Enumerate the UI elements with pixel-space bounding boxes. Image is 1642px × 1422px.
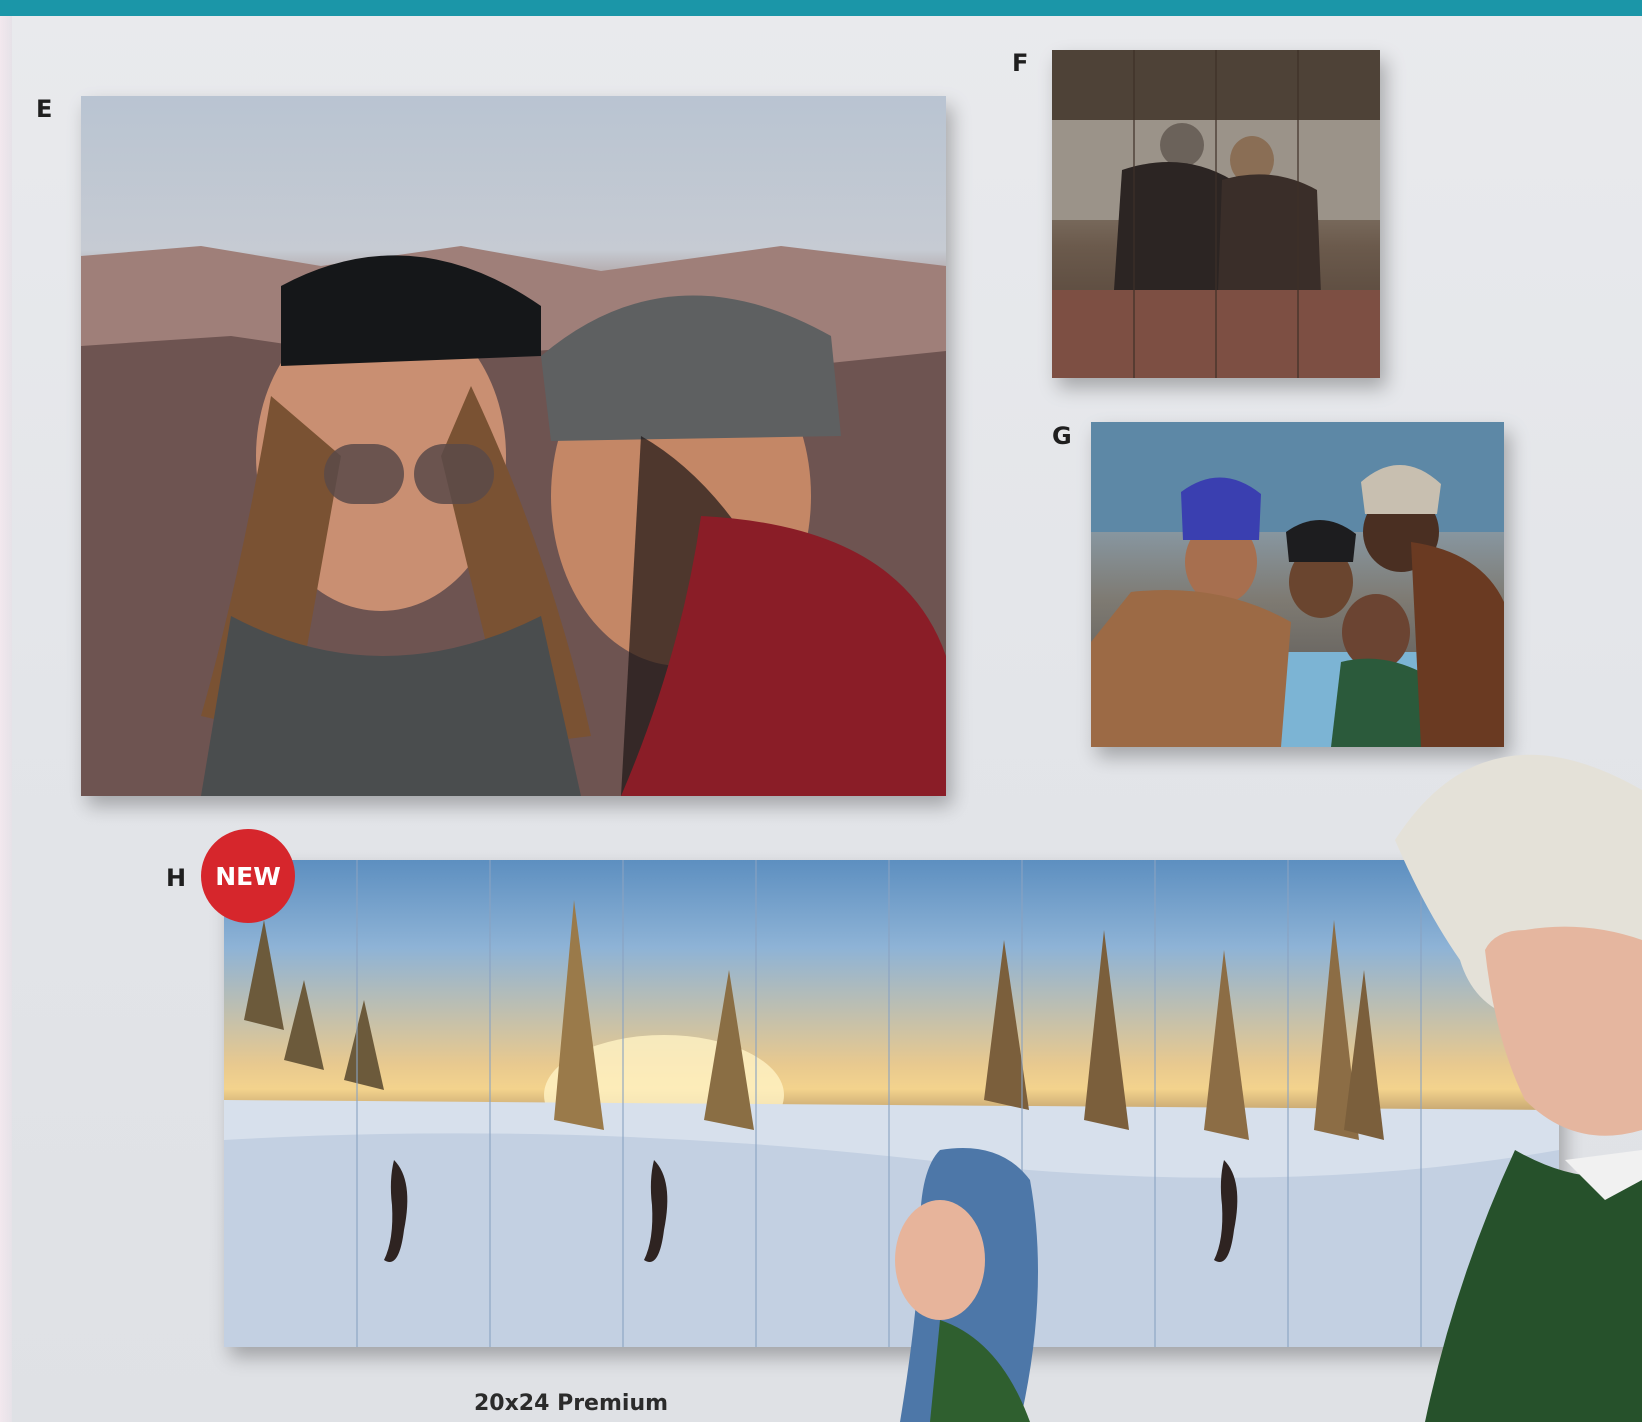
person-right-art	[1395, 754, 1642, 1422]
print-f-scene	[1052, 50, 1380, 378]
caption-size: 20x24 Premium	[474, 1391, 669, 1416]
left-edge-strip	[0, 16, 12, 1422]
print-e-photo	[81, 96, 946, 796]
print-f-photo	[1052, 50, 1380, 378]
print-e-scene	[81, 246, 946, 796]
person-right	[1365, 720, 1642, 1422]
label-h: H	[166, 864, 187, 892]
top-accent-bar	[0, 0, 1642, 16]
label-e: E	[36, 95, 53, 123]
hand-with-denim	[880, 1140, 1060, 1422]
print-g-photo	[1091, 422, 1504, 747]
label-g: G	[1052, 422, 1072, 450]
hand-denim-art	[895, 1148, 1038, 1422]
new-badge: NEW	[201, 829, 295, 923]
print-g-scene	[1091, 422, 1504, 747]
label-f: F	[1012, 49, 1029, 77]
